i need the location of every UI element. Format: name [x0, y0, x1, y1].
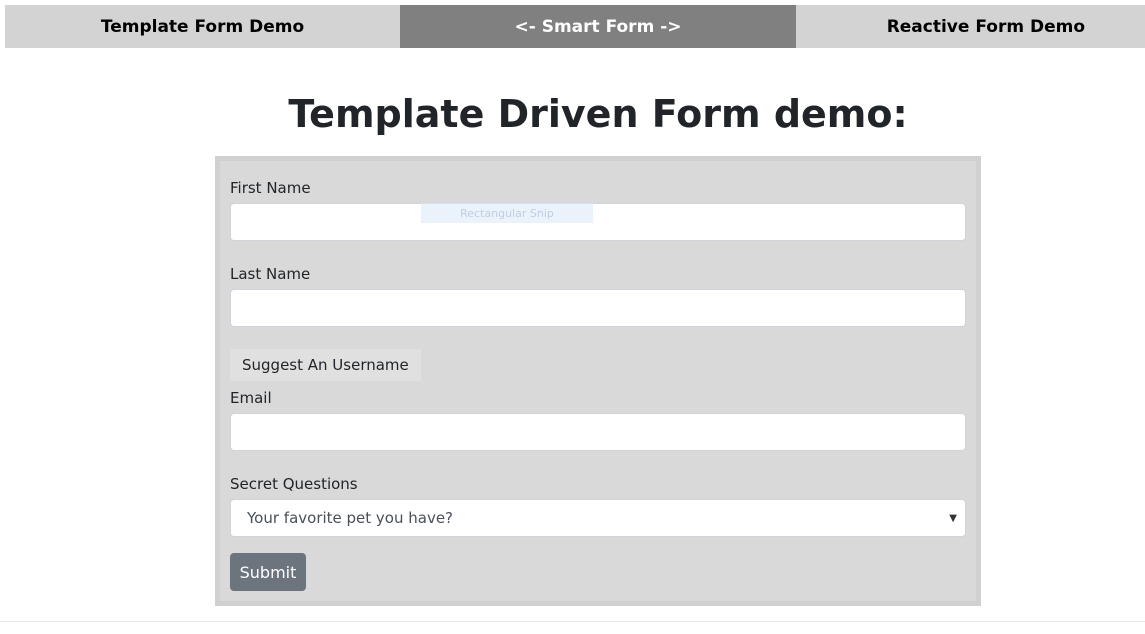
email-label: Email — [230, 389, 272, 407]
tab-smart-form-label: <- Smart Form -> — [514, 16, 682, 37]
secret-questions-label: Secret Questions — [230, 475, 358, 493]
secret-questions-selected-value: Your favorite pet you have? — [247, 509, 454, 527]
tab-reactive-form-demo[interactable]: Reactive Form Demo — [796, 5, 1145, 48]
email-field[interactable] — [230, 413, 966, 451]
first-name-label: First Name — [230, 179, 311, 197]
last-name-label: Last Name — [230, 265, 311, 283]
page-bottom-divider — [0, 621, 1145, 622]
submit-button[interactable]: Submit — [230, 553, 306, 591]
tab-template-form-demo[interactable]: Template Form Demo — [5, 5, 400, 48]
chevron-down-icon: ▼ — [949, 512, 957, 524]
tab-template-form-demo-label: Template Form Demo — [100, 16, 305, 37]
form-panel: First Name Rectangular Snip Last Name Su… — [215, 156, 981, 606]
tab-reactive-form-demo-label: Reactive Form Demo — [886, 16, 1085, 37]
suggest-username-button[interactable]: Suggest An Username — [230, 349, 421, 381]
tab-smart-form[interactable]: <- Smart Form -> — [400, 5, 796, 48]
first-name-field[interactable] — [230, 203, 966, 241]
top-navigation: Template Form Demo <- Smart Form -> Reac… — [5, 5, 1145, 48]
secret-questions-select[interactable]: Your favorite pet you have? ▼ — [230, 499, 966, 537]
last-name-field[interactable] — [230, 289, 966, 327]
page-title: Template Driven Form demo: — [288, 92, 908, 136]
